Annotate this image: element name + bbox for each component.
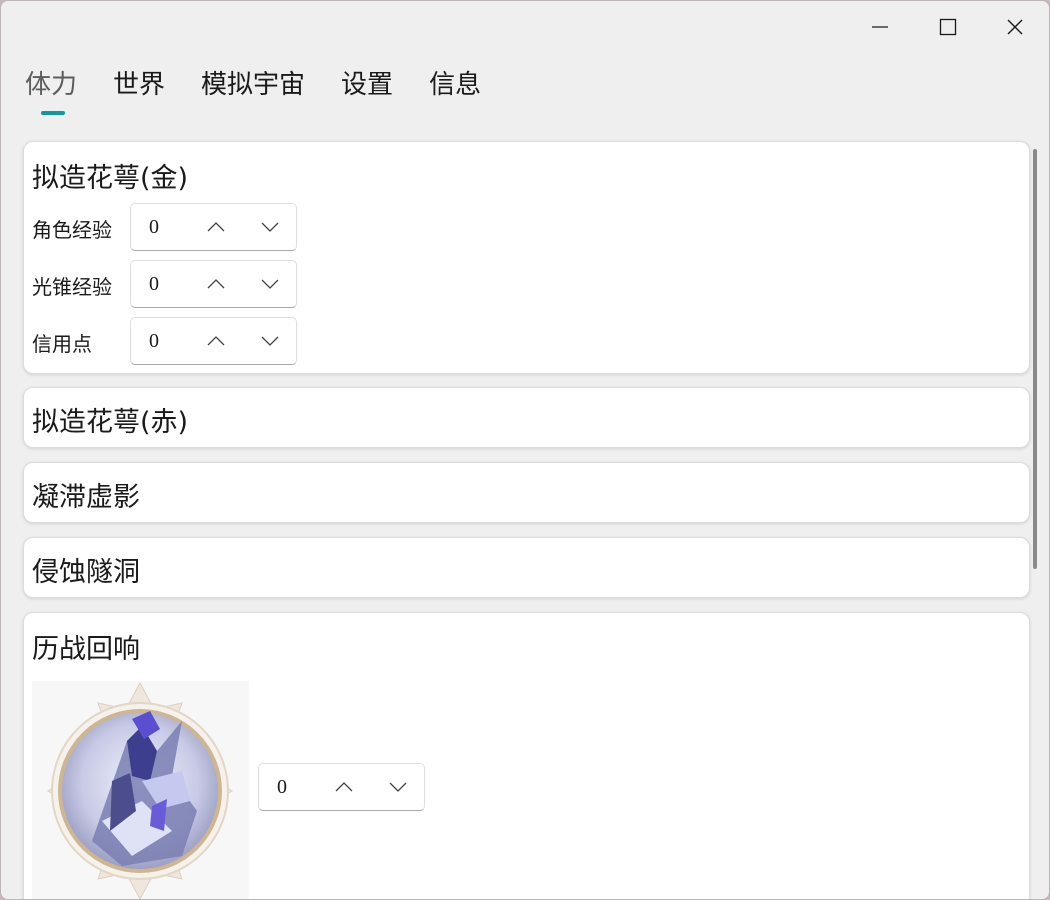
stepper-value: 0 xyxy=(149,273,159,295)
chevron-up-icon[interactable] xyxy=(203,272,229,296)
minimize-icon xyxy=(872,26,888,28)
boss-portrait xyxy=(47,681,233,899)
stepper-value: 0 xyxy=(149,216,159,238)
maximize-icon xyxy=(939,18,957,36)
title-bar xyxy=(1,1,1049,53)
card-title: 侵蚀隧洞 xyxy=(32,557,140,588)
card-title: 凝滞虚影 xyxy=(32,482,140,513)
card-calyx-crimson[interactable]: 拟造花萼(赤) xyxy=(23,387,1030,448)
maximize-button[interactable] xyxy=(915,5,981,49)
stepper-value: 0 xyxy=(277,776,287,798)
boss-portrait-image xyxy=(32,681,249,899)
active-tab-indicator xyxy=(41,111,65,115)
chevron-down-icon[interactable] xyxy=(257,329,283,353)
tab-world[interactable]: 世界 xyxy=(113,63,165,107)
card-title: 拟造花萼(金) xyxy=(32,163,189,194)
chevron-up-icon[interactable] xyxy=(203,215,229,239)
close-button[interactable] xyxy=(982,5,1048,49)
tab-info-label: 信息 xyxy=(429,70,482,100)
tab-simulated-universe[interactable]: 模拟宇宙 xyxy=(201,63,305,107)
echo-of-war-stepper[interactable]: 0 xyxy=(258,763,425,811)
scroll-content: 拟造花萼(金) 角色经验 0 光锥经验 0 信用点 0 拟造花萼(赤) 凝滞虚影… xyxy=(23,141,1031,899)
tab-stamina[interactable]: 体力 xyxy=(25,63,78,115)
tab-bar: 体力 世界 模拟宇宙 设置 信息 xyxy=(25,63,517,115)
tab-settings-label: 设置 xyxy=(341,70,394,100)
vertical-scrollbar[interactable] xyxy=(1033,149,1037,569)
chevron-down-icon[interactable] xyxy=(257,272,283,296)
minimize-button[interactable] xyxy=(847,5,913,49)
card-echo-of-war: 历战回响 0 xyxy=(23,612,1030,899)
chevron-up-icon[interactable] xyxy=(331,775,357,799)
card-title: 拟造花萼(赤) xyxy=(32,407,189,438)
row-label-credits: 信用点 xyxy=(32,332,92,356)
chevron-up-icon[interactable] xyxy=(203,329,229,353)
tab-stamina-label: 体力 xyxy=(25,70,78,100)
tab-simulated-universe-label: 模拟宇宙 xyxy=(201,70,306,100)
tab-world-label: 世界 xyxy=(113,70,166,100)
app-window: 体力 世界 模拟宇宙 设置 信息 拟造花萼(金) 角色经验 0 光锥经验 0 信… xyxy=(0,0,1050,900)
card-stagnant-shadow[interactable]: 凝滞虚影 xyxy=(23,462,1030,523)
card-cavern-of-corrosion[interactable]: 侵蚀隧洞 xyxy=(23,537,1030,598)
tab-info[interactable]: 信息 xyxy=(429,63,481,107)
card-calyx-golden: 拟造花萼(金) 角色经验 0 光锥经验 0 信用点 0 xyxy=(23,141,1030,374)
card-title: 历战回响 xyxy=(32,634,140,665)
chevron-down-icon[interactable] xyxy=(385,775,411,799)
character-exp-stepper[interactable]: 0 xyxy=(130,203,297,251)
tab-settings[interactable]: 设置 xyxy=(341,63,393,107)
stepper-value: 0 xyxy=(149,330,159,352)
credits-stepper[interactable]: 0 xyxy=(130,317,297,365)
row-label-character-exp: 角色经验 xyxy=(32,218,112,242)
close-icon xyxy=(1007,19,1023,35)
chevron-down-icon[interactable] xyxy=(257,215,283,239)
light-cone-exp-stepper[interactable]: 0 xyxy=(130,260,297,308)
row-label-light-cone-exp: 光锥经验 xyxy=(32,275,112,299)
